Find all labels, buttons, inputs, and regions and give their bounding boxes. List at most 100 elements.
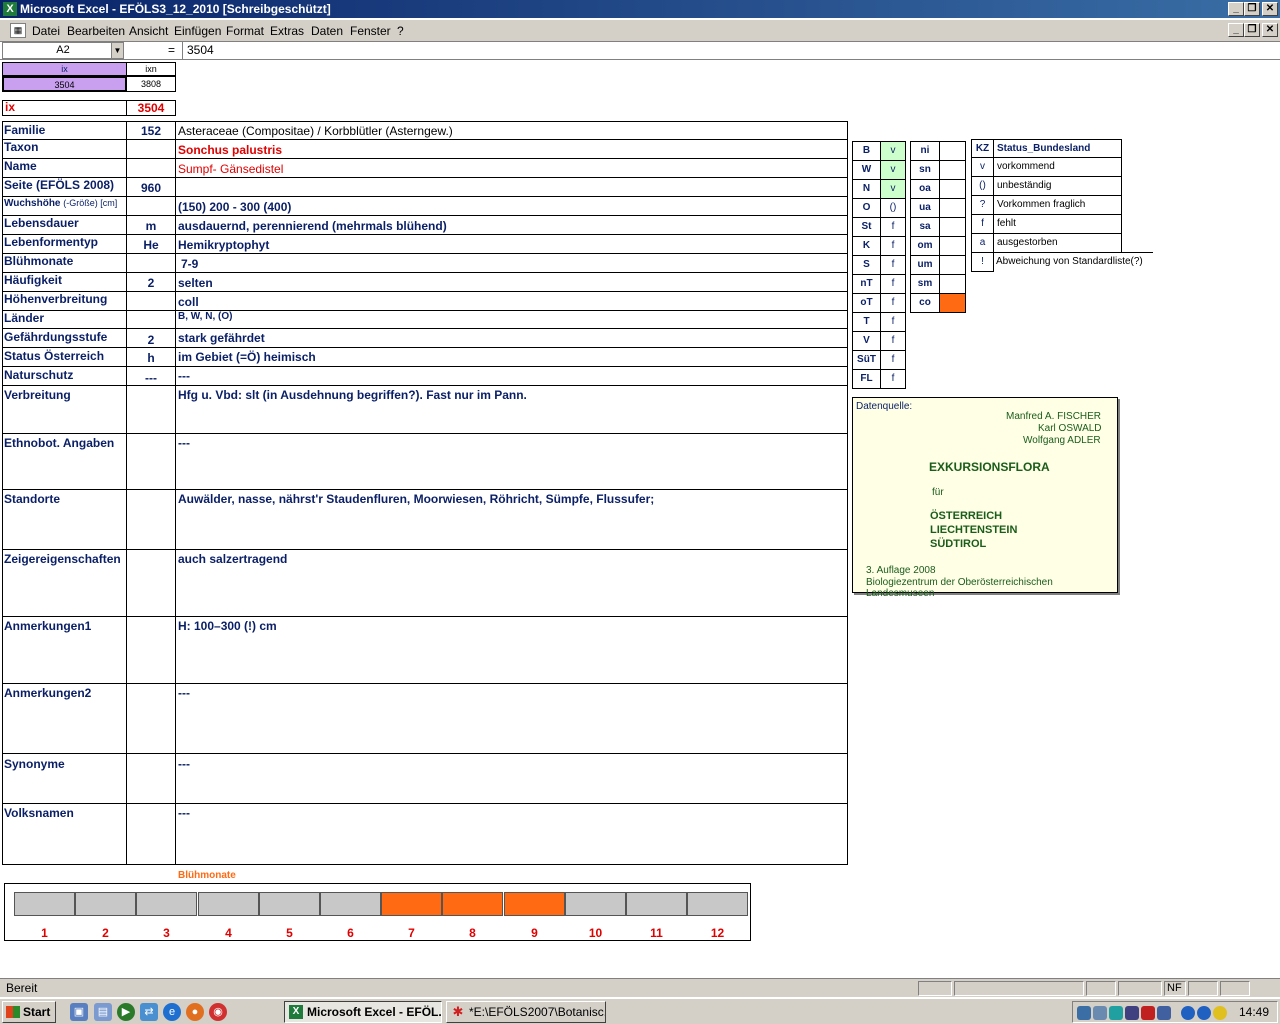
tray-shield-icon[interactable] xyxy=(1141,1006,1155,1020)
value-synonyme[interactable]: --- xyxy=(178,757,190,771)
value-standorte[interactable]: Auwälder, nasse, nährst'r Staudenfluren,… xyxy=(178,492,654,506)
workbook-icon[interactable]: ▦ xyxy=(10,23,26,38)
value-haeufigkeit[interactable]: selten xyxy=(178,276,213,290)
value-wuchshoehe[interactable]: (150) 200 - 300 (400) xyxy=(178,200,291,214)
tray-sync-icon[interactable] xyxy=(1109,1006,1123,1020)
firefox-icon[interactable]: ● xyxy=(186,1003,204,1021)
menu-einfuegen[interactable]: Einfügen xyxy=(174,24,221,38)
value-volksnamen[interactable]: --- xyxy=(178,806,190,820)
doc-close-button[interactable]: ✕ xyxy=(1262,23,1278,37)
start-button[interactable]: Start xyxy=(2,1001,56,1023)
chevron-down-icon[interactable]: ▼ xyxy=(111,43,123,58)
hoehe-value-sa[interactable] xyxy=(939,217,966,237)
num-naturschutz[interactable]: --- xyxy=(127,371,175,385)
hoehe-value-om[interactable] xyxy=(939,236,966,256)
value-anmerkungen2[interactable]: --- xyxy=(178,686,190,700)
land-status-nt[interactable]: f xyxy=(880,274,906,294)
legend-text-0: vorkommend xyxy=(993,157,1122,177)
hoehe-value-ua[interactable] xyxy=(939,198,966,218)
ix-value-cell[interactable]: 3504 xyxy=(2,76,127,92)
value-hoehenverbreitung[interactable]: coll xyxy=(178,295,199,309)
excel-icon[interactable]: X xyxy=(3,2,17,16)
menu-ansicht[interactable]: Ansicht xyxy=(129,24,168,38)
doc-restore-button[interactable]: ❐ xyxy=(1244,23,1260,37)
land-status-ot[interactable]: f xyxy=(880,293,906,313)
value-zeigereigenschaften[interactable]: auch salzertragend xyxy=(178,552,287,566)
desktop-icon[interactable]: ▣ xyxy=(70,1003,88,1021)
value-naturschutz[interactable]: --- xyxy=(178,369,190,383)
network-icon[interactable]: ⇄ xyxy=(140,1003,158,1021)
land-status-st[interactable]: f xyxy=(880,217,906,237)
tray-update-icon[interactable] xyxy=(1213,1006,1227,1020)
tray-search-icon[interactable] xyxy=(1093,1006,1107,1020)
num-gefaehrdungsstufe[interactable]: 2 xyxy=(127,333,175,347)
land-status-süt[interactable]: f xyxy=(880,350,906,370)
land-status-v[interactable]: f xyxy=(880,331,906,351)
land-status-b[interactable]: v xyxy=(880,141,906,161)
num-seite[interactable]: 960 xyxy=(127,181,175,195)
ix-value[interactable]: 3504 xyxy=(126,100,176,116)
ie-icon[interactable]: e xyxy=(163,1003,181,1021)
value-anmerkungen1[interactable]: H: 100–300 (!) cm xyxy=(178,619,277,633)
value-verbreitung[interactable]: Hfg u. Vbd: slt (in Ausdehnung begriffen… xyxy=(178,388,527,402)
value-familie[interactable]: Asteraceae (Compositae) / Korbblütler (A… xyxy=(178,124,453,138)
menu-extras[interactable]: Extras xyxy=(270,24,304,38)
value-taxon[interactable]: Sonchus palustris xyxy=(178,143,282,157)
num-lebensdauer[interactable]: m xyxy=(127,219,175,233)
land-status-s[interactable]: f xyxy=(880,255,906,275)
menu-help[interactable]: ? xyxy=(397,24,404,38)
value-gefaehrdungsstufe[interactable]: stark gefährdet xyxy=(178,331,265,345)
hoehe-value-co[interactable] xyxy=(939,293,966,313)
tray-tool-icon[interactable] xyxy=(1125,1006,1139,1020)
num-familie[interactable]: 152 xyxy=(127,124,175,138)
menu-bearbeiten[interactable]: Bearbeiten xyxy=(67,24,125,38)
value-name[interactable]: Sumpf- Gänsedistel xyxy=(178,162,283,176)
num-haeufigkeit[interactable]: 2 xyxy=(127,276,175,290)
value-bluehmonate[interactable]: 7-9 xyxy=(181,257,198,271)
start-label: Start xyxy=(23,1005,51,1019)
value-lebensdauer[interactable]: ausdauernd, perennierend (mehrmals blühe… xyxy=(178,219,447,233)
num-lebensformentyp[interactable]: He xyxy=(127,238,175,252)
tray-info-icon[interactable] xyxy=(1197,1006,1211,1020)
land-status-w[interactable]: v xyxy=(880,160,906,180)
menu-daten[interactable]: Daten xyxy=(311,24,343,38)
tray-network-icon[interactable] xyxy=(1077,1006,1091,1020)
land-status-fl[interactable]: f xyxy=(880,369,906,389)
maximize-button[interactable]: ❐ xyxy=(1244,2,1260,16)
value-ethnobot[interactable]: --- xyxy=(178,436,190,450)
formula-input[interactable]: 3504 xyxy=(187,43,214,57)
task-excel[interactable]: X Microsoft Excel - EFÖL... xyxy=(284,1001,442,1023)
land-status-n[interactable]: v xyxy=(880,179,906,199)
chrome-icon[interactable]: ◉ xyxy=(209,1003,227,1021)
menu-format[interactable]: Format xyxy=(226,24,264,38)
label-verbreitung: Verbreitung xyxy=(4,388,71,402)
hoehe-value-oa[interactable] xyxy=(939,179,966,199)
value-laender[interactable]: B, W, N, (O) xyxy=(178,311,232,322)
hoehe-value-ni[interactable] xyxy=(939,141,966,161)
hoehe-value-um[interactable] xyxy=(939,255,966,275)
value-status-oesterreich[interactable]: im Gebiet (=Ö) heimisch xyxy=(178,350,316,364)
hoehe-value-sm[interactable] xyxy=(939,274,966,294)
land-status-k[interactable]: f xyxy=(880,236,906,256)
land-status-o[interactable]: () xyxy=(880,198,906,218)
num-status-oesterreich[interactable]: h xyxy=(127,351,175,365)
hoehe-code-sn: sn xyxy=(910,160,940,180)
ixn-value-cell[interactable]: 3808 xyxy=(126,76,176,92)
minimize-button[interactable]: _ xyxy=(1228,2,1244,16)
land-status-t[interactable]: f xyxy=(880,312,906,332)
menu-datei[interactable]: Datei xyxy=(32,24,60,38)
explorer-icon[interactable]: ▤ xyxy=(94,1003,112,1021)
hoehe-value-sn[interactable] xyxy=(939,160,966,180)
month-label-11: 11 xyxy=(650,926,663,940)
name-box[interactable]: A2 ▼ xyxy=(2,42,124,59)
value-lebensformentyp[interactable]: Hemikryptophyt xyxy=(178,238,269,252)
tray-volume-icon[interactable] xyxy=(1157,1006,1171,1020)
menu-fenster[interactable]: Fenster xyxy=(350,24,391,38)
month-label-3: 3 xyxy=(163,926,170,940)
media-player-icon[interactable]: ▶ xyxy=(117,1003,135,1021)
close-button[interactable]: ✕ xyxy=(1262,2,1278,16)
doc-minimize-button[interactable]: _ xyxy=(1228,23,1244,37)
task-botanisc[interactable]: ✱ *E:\EFÖLS2007\Botanisc... xyxy=(446,1001,606,1023)
tray-info-icon[interactable] xyxy=(1181,1006,1195,1020)
window-title: Microsoft Excel - EFÖLS3_12_2010 [Schrei… xyxy=(20,2,331,16)
